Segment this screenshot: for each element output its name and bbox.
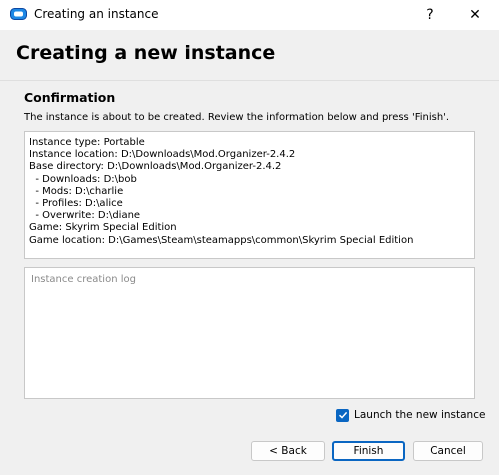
finish-button[interactable]: Finish bbox=[332, 441, 405, 461]
summary-line: Instance type: Portable bbox=[29, 137, 145, 148]
summary-line: - Mods: D:\charlie bbox=[29, 185, 124, 197]
cancel-button[interactable]: Cancel bbox=[413, 441, 483, 461]
summary-line: Base directory: D:\Downloads\Mod.Organiz… bbox=[29, 161, 282, 173]
instance-summary-box[interactable]: Instance type: Portable Instance locatio… bbox=[24, 131, 475, 259]
launch-instance-option[interactable]: Launch the new instance bbox=[336, 407, 485, 423]
wizard-window: Creating an instance ? ✕ Creating a new … bbox=[0, 0, 499, 475]
checkmark-icon bbox=[338, 411, 347, 419]
summary-line: Game location: D:\Games\Steam\steamapps\… bbox=[29, 234, 414, 246]
launch-label[interactable]: Launch the new instance bbox=[354, 409, 485, 421]
instance-creation-log[interactable]: Instance creation log bbox=[24, 267, 475, 399]
summary-line: - Profiles: D:\alice bbox=[29, 198, 123, 210]
close-button[interactable]: ✕ bbox=[455, 0, 495, 30]
page-title: Creating a new instance bbox=[16, 42, 276, 64]
summary-line: - Overwrite: D:\diane bbox=[29, 210, 141, 222]
launch-checkbox[interactable] bbox=[336, 408, 349, 422]
summary-line: Instance location: D:\Downloads\Mod.Orga… bbox=[29, 149, 296, 161]
confirmation-description: The instance is about to be created. Rev… bbox=[24, 112, 450, 123]
back-button[interactable]: < Back bbox=[251, 441, 325, 461]
mod-organizer-icon bbox=[10, 8, 27, 20]
help-button[interactable]: ? bbox=[410, 0, 450, 30]
log-placeholder: Instance creation log bbox=[31, 274, 136, 285]
wizard-header: Creating a new instance bbox=[0, 30, 499, 80]
summary-line: - Downloads: D:\bob bbox=[29, 173, 137, 185]
confirmation-heading: Confirmation bbox=[24, 90, 116, 105]
wizard-content: Confirmation The instance is about to be… bbox=[0, 81, 499, 475]
title-bar[interactable]: Creating an instance ? ✕ bbox=[0, 0, 499, 30]
window-title: Creating an instance bbox=[34, 7, 159, 21]
summary-line: Game: Skyrim Special Edition bbox=[29, 222, 177, 234]
